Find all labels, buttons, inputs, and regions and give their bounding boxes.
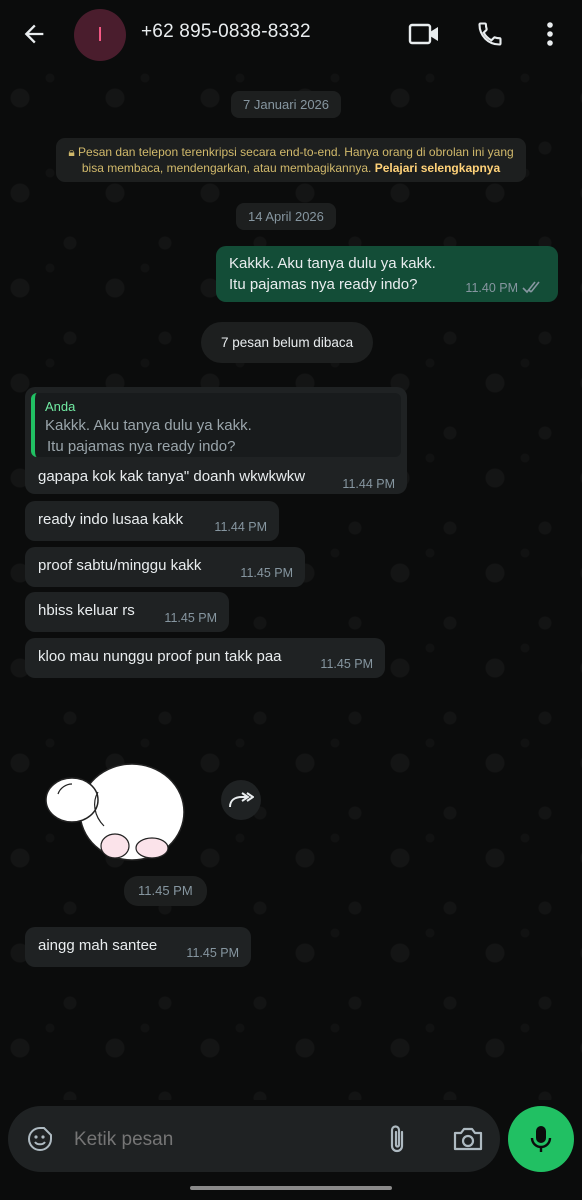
incoming-message[interactable]: proof sabtu/minggu kakk 11.45 PM: [25, 547, 305, 587]
message-time: 11.44 PM: [214, 520, 267, 534]
message-time: 11.45 PM: [164, 611, 217, 625]
quote-author: Anda: [45, 399, 76, 414]
date-separator: 7 Januari 2026: [231, 91, 342, 118]
home-indicator[interactable]: [190, 1186, 392, 1190]
sticker-image[interactable]: [40, 750, 190, 862]
message-text: proof sabtu/minggu kakk: [38, 557, 202, 574]
back-arrow-icon: [24, 24, 44, 44]
mic-icon: [530, 1126, 552, 1152]
message-input[interactable]: [72, 1120, 366, 1160]
outgoing-message[interactable]: Kakkk. Aku tanya dulu ya kakk. Itu pajam…: [216, 246, 558, 302]
lock-icon: 🔒︎: [68, 145, 79, 159]
phone-icon: [478, 22, 502, 46]
message-text: kloo mau nunggu proof pun takk paa: [38, 648, 282, 665]
message-time: 11.45 PM: [320, 657, 373, 671]
message-text: ready indo lusaa kakk: [38, 511, 184, 528]
message-time: 11.45 PM: [186, 946, 239, 960]
video-call-button[interactable]: [406, 16, 442, 52]
message-time: 11.44 PM: [342, 477, 395, 491]
date-separator: 14 April 2026: [236, 203, 336, 230]
attach-icon[interactable]: [386, 1124, 408, 1154]
camera-icon[interactable]: [452, 1126, 484, 1152]
read-receipt-icon: [522, 281, 540, 294]
encryption-notice[interactable]: 🔒︎ Pesan dan telepon terenkripsi secara …: [56, 138, 526, 182]
message-text: hbiss keluar rs: [38, 602, 135, 619]
forward-button[interactable]: [221, 780, 261, 820]
more-options-button[interactable]: [536, 16, 564, 52]
voice-record-button[interactable]: [508, 1106, 574, 1172]
contact-title[interactable]: +62 895-0838-8332: [141, 21, 311, 43]
back-button[interactable]: [14, 16, 54, 52]
learn-more-link[interactable]: Pelajari selengkapnya: [375, 161, 500, 175]
incoming-message[interactable]: ready indo lusaa kakk 11.44 PM: [25, 501, 279, 541]
quote-text: Kakkk. Aku tanya dulu ya kakk.: [45, 417, 252, 434]
quote-text: Itu pajamas nya ready indo?: [47, 438, 236, 455]
more-vert-icon: [547, 22, 553, 46]
message-text: Kakkk. Aku tanya dulu ya kakk.: [229, 255, 436, 272]
forward-icon: [229, 792, 254, 808]
incoming-message[interactable]: hbiss keluar rs 11.45 PM: [25, 592, 229, 632]
unread-messages-badge: 7 pesan belum dibaca: [201, 322, 374, 363]
incoming-message[interactable]: kloo mau nunggu proof pun takk paa 11.45…: [25, 638, 385, 678]
voice-call-button[interactable]: [472, 16, 508, 52]
chat-header: I +62 895-0838-8332: [0, 0, 582, 68]
message-input-bar: [8, 1106, 500, 1172]
video-call-icon: [408, 23, 438, 45]
incoming-reply-message[interactable]: Anda Kakkk. Aku tanya dulu ya kakk. Itu …: [25, 387, 407, 494]
message-text: gapapa kok kak tanya" doanh wkwkwkw: [38, 468, 306, 485]
message-text: Itu pajamas nya ready indo?: [229, 276, 418, 293]
incoming-message[interactable]: aingg mah santee 11.45 PM: [25, 927, 251, 967]
message-time: 11.40 PM: [465, 281, 518, 295]
sticker-icon[interactable]: [26, 1125, 54, 1153]
avatar[interactable]: I: [74, 9, 126, 61]
sticker-time: 11.45 PM: [124, 876, 207, 906]
message-text: aingg mah santee: [38, 937, 158, 954]
message-time: 11.45 PM: [240, 566, 293, 580]
